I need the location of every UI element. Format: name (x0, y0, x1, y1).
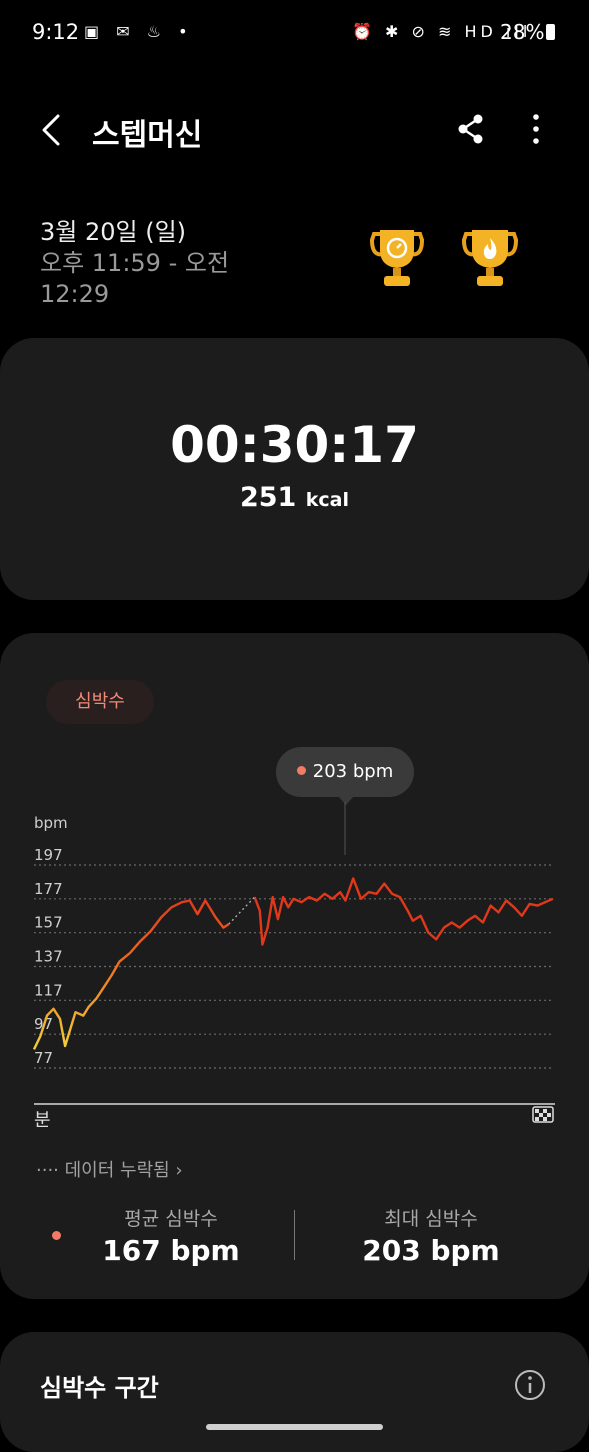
y-tick-label: 77 (34, 1049, 53, 1067)
share-icon (458, 114, 483, 144)
finish-flag-icon (532, 1106, 554, 1123)
more-vertical-icon (533, 114, 539, 144)
missing-data-link[interactable]: ···· 데이터 누락됨 › (36, 1156, 183, 1182)
page-title: 스텝머신 (92, 118, 203, 153)
duration-trophy-icon[interactable] (368, 228, 426, 290)
battery-percent: 28% (500, 20, 545, 44)
session-date: 3월 20일 (일) (40, 218, 187, 246)
y-tick-label: 197 (34, 846, 63, 864)
info-button[interactable] (514, 1369, 546, 1401)
status-bar: 9:12 ▣ ✉ ♨ • ⏰ ✱ ⊘ ≋ HD ıll 28% (0, 0, 589, 64)
x-axis-label: 분 (34, 1110, 51, 1131)
max-heart-rate-label: 최대 심박수 (384, 1208, 478, 1230)
calories-value: 251 (239, 482, 297, 513)
zones-title: 심박수 구간 (40, 1374, 159, 1402)
info-icon (515, 1370, 545, 1400)
y-tick-label: 177 (34, 880, 63, 898)
y-axis-label: bpm (34, 814, 68, 832)
more-options-button[interactable] (522, 112, 550, 146)
y-tick-label: 117 (34, 981, 63, 999)
missing-data-connector (228, 896, 256, 925)
battery-icon (546, 24, 555, 40)
home-indicator[interactable] (206, 1424, 383, 1430)
chevron-left-icon (42, 114, 60, 146)
tooltip-text: 203 bpm (312, 761, 394, 782)
y-tick-label: 137 (34, 948, 63, 966)
status-time: 9:12 (32, 20, 80, 44)
workout-duration: 00:30:17 (170, 416, 419, 474)
stats-divider (294, 1210, 295, 1260)
calorie-trophy-icon[interactable] (460, 228, 520, 290)
y-tick-label: 157 (34, 914, 63, 932)
share-button[interactable] (454, 112, 488, 146)
calories-unit: kcal (305, 489, 349, 511)
max-value-tooltip: 203 bpm (276, 747, 414, 797)
heart-rate-chip[interactable]: 심박수 (46, 680, 154, 724)
heart-rate-line-segment (32, 899, 230, 1050)
heart-rate-chart[interactable]: bpm1971771571371179777분 (0, 800, 589, 1140)
back-button[interactable] (36, 110, 76, 150)
heart-rate-line-segment (253, 877, 554, 946)
legend-dot (52, 1231, 61, 1240)
max-heart-rate-value: 203 bpm (362, 1234, 500, 1267)
avg-heart-rate-value: 167 bpm (102, 1234, 240, 1267)
tooltip-dot (296, 765, 306, 775)
calories-burned: 251 kcal (0, 482, 589, 513)
notification-icons: ▣ ✉ ♨ • (84, 22, 194, 41)
avg-heart-rate-label: 평균 심박수 (124, 1208, 218, 1230)
session-time-range: 오후 11:59 - 오전 12:29 (40, 249, 230, 308)
